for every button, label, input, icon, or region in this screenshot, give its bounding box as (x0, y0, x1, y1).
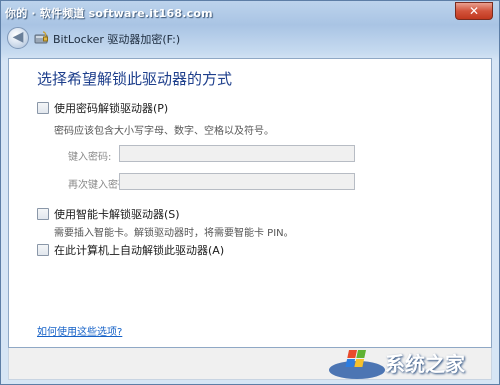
auto-unlock-checkbox[interactable] (37, 244, 49, 256)
auto-unlock-option-label[interactable]: 在此计算机上自动解锁此驱动器(A) (54, 242, 224, 258)
content-panel: 选择希望解锁此驱动器的方式 使用密码解锁驱动器(P) 密码应该包含大小写字母、数… (8, 58, 492, 348)
watermark-text: 你的 · 软件频道 software.it168.com (5, 7, 213, 20)
close-button[interactable]: ✕ (455, 2, 493, 20)
password-checkbox[interactable] (37, 102, 49, 114)
smartcard-option-label[interactable]: 使用智能卡解锁驱动器(S) (54, 206, 180, 222)
help-link[interactable]: 如何使用这些选项? (37, 323, 122, 338)
window-title: BitLocker 驱动器加密(F:) (53, 33, 181, 46)
page-title: 选择希望解锁此驱动器的方式 (37, 70, 233, 88)
logo-text: 系统之家 (385, 352, 465, 376)
confirm-password-input[interactable] (119, 173, 355, 190)
password-hint: 密码应该包含大小写字母、数字、空格以及符号。 (54, 126, 274, 137)
windows-logo-icon (329, 350, 385, 379)
password-input[interactable] (119, 145, 355, 162)
bitlocker-drive-icon (34, 31, 48, 44)
smartcard-hint: 需要插入智能卡。解锁驱动器时，将需要智能卡 PIN。 (54, 228, 294, 239)
smartcard-checkbox[interactable] (37, 208, 49, 220)
password-option-label[interactable]: 使用密码解锁驱动器(P) (54, 100, 168, 116)
back-button[interactable]: ◀ (7, 27, 29, 49)
password-label: 键入密码: (68, 152, 112, 163)
site-logo: 系统之家 (327, 342, 497, 382)
bitlocker-window: 你的 · 软件频道 software.it168.com ✕ ◀ BitLock… (0, 0, 500, 385)
